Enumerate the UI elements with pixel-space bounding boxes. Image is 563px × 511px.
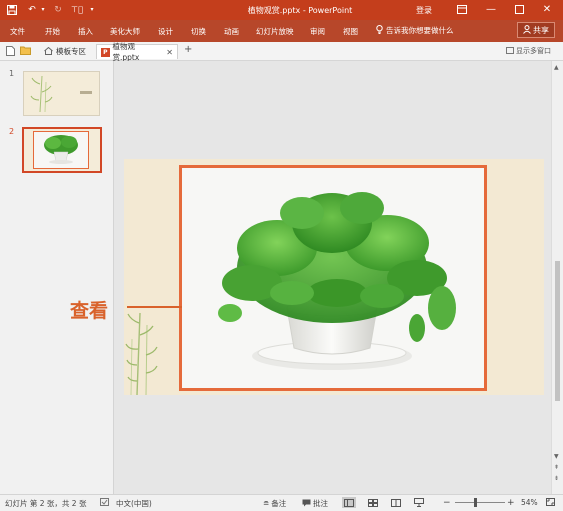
customize-icon[interactable]: ⊤ͤ: [70, 3, 84, 16]
home-icon: [44, 46, 53, 57]
vertical-scrollbar[interactable]: ▲ ▼ ⇞ ⇟: [551, 61, 563, 494]
current-slide[interactable]: [124, 159, 544, 395]
spelling-check-icon[interactable]: [100, 498, 109, 506]
slide-1-number: 1: [9, 69, 15, 78]
maximize-icon[interactable]: [508, 2, 530, 16]
slide-thumbnail-2[interactable]: [22, 127, 102, 173]
slide-sorter-view-button[interactable]: [366, 497, 380, 508]
previous-slide-icon[interactable]: ⇞: [554, 464, 559, 471]
bamboo-decoration-graphic: [125, 312, 158, 395]
show-multiple-windows-label: 显示多窗口: [516, 47, 551, 55]
tab-file[interactable]: 文件: [10, 26, 25, 37]
folder-icon[interactable]: [20, 46, 31, 55]
tab-insert[interactable]: 插入: [78, 26, 93, 37]
ribbon-tabs: 文件 开始 插入 美化大师 设计 切换 动画 幻灯片放映 审阅 视图 告诉我你想…: [0, 20, 563, 42]
title-bar: ↶ ▾ ↻ ⊤ͤ ▾ 植物观赏.pptx - PowerPoint 登录 — ✕: [0, 0, 563, 20]
close-tab-icon[interactable]: ✕: [166, 48, 173, 57]
slide-2-number: 2: [9, 127, 15, 136]
zoom-out-button[interactable]: −: [443, 498, 451, 508]
tab-template-zone[interactable]: 模板专区: [40, 44, 90, 59]
slide-thumbnail-panel[interactable]: 1 2: [0, 61, 114, 494]
annotation-label: 查看: [70, 300, 109, 322]
bamboo-thumb-graphic: [30, 75, 92, 113]
reading-view-button[interactable]: [389, 497, 403, 508]
comment-icon: [302, 499, 311, 509]
person-icon: [523, 24, 531, 36]
tab-plant-viewing[interactable]: P 植物观赏.pptx ✕: [96, 42, 178, 62]
save-icon[interactable]: [6, 3, 18, 16]
slide-editing-area[interactable]: [114, 61, 551, 494]
tab-view[interactable]: 视图: [343, 26, 358, 37]
lightbulb-icon: [376, 25, 383, 36]
next-slide-icon[interactable]: ⇟: [554, 475, 559, 482]
notes-label: 备注: [271, 499, 287, 508]
tab-template-zone-label: 模板专区: [56, 47, 86, 56]
tab-animations[interactable]: 动画: [224, 26, 239, 37]
document-tab-bar: 模板专区 P 植物观赏.pptx ✕ + 显示多窗口: [0, 42, 563, 62]
share-button[interactable]: 共享: [517, 22, 555, 38]
show-multiple-windows-button[interactable]: 显示多窗口: [506, 46, 551, 56]
login-link[interactable]: 登录: [416, 5, 432, 16]
normal-view-button[interactable]: [342, 497, 356, 508]
slide-thumbnail-1[interactable]: [23, 71, 100, 116]
scroll-up-icon[interactable]: ▲: [554, 64, 559, 71]
zoom-in-button[interactable]: +: [507, 498, 515, 508]
comments-label: 批注: [313, 499, 328, 508]
tab-beautify[interactable]: 美化大师: [110, 26, 140, 37]
share-label: 共享: [533, 25, 549, 35]
ribbon-display-options-icon[interactable]: [451, 2, 473, 16]
scrollbar-thumb[interactable]: [555, 261, 560, 401]
language-status[interactable]: 中文(中国): [116, 498, 152, 509]
close-icon[interactable]: ✕: [536, 2, 558, 16]
tab-slideshow[interactable]: 幻灯片放映: [256, 26, 294, 37]
scroll-down-icon[interactable]: ▼: [554, 453, 559, 460]
fit-to-window-icon[interactable]: [546, 498, 555, 506]
zoom-slider-track[interactable]: [455, 502, 505, 503]
tell-me-text: 告诉我你想要做什么: [386, 26, 454, 35]
window-title: 植物观赏.pptx - PowerPoint: [247, 6, 353, 15]
plant-thumb-graphic: [44, 135, 78, 164]
slide-count-status: 幻灯片 第 2 张，共 2 张: [5, 499, 87, 508]
quick-access-dropdown-icon[interactable]: ▾: [88, 3, 96, 16]
notes-button[interactable]: ≘ 备注: [263, 498, 286, 509]
status-bar: 幻灯片 第 2 张，共 2 张 中文(中国) ≘ 备注 批注 − + 54%: [0, 494, 563, 511]
tab-plant-viewing-label: 植物观赏.pptx: [112, 42, 140, 62]
annotation-leader-line: [127, 306, 182, 308]
notes-icon: ≘: [263, 499, 270, 508]
windows-icon: [506, 46, 514, 56]
plant-photo-selected[interactable]: [179, 165, 487, 391]
tab-transitions[interactable]: 切换: [191, 26, 206, 37]
new-tab-button[interactable]: +: [184, 44, 192, 55]
tab-design[interactable]: 设计: [158, 26, 173, 37]
tab-home[interactable]: 开始: [45, 26, 60, 37]
undo-icon[interactable]: ↶: [26, 3, 38, 16]
tell-me-box[interactable]: 告诉我你想要做什么: [376, 25, 454, 36]
tab-review[interactable]: 审阅: [310, 26, 325, 37]
undo-dropdown-icon[interactable]: ▾: [39, 3, 47, 16]
redo-icon[interactable]: ↻: [52, 3, 64, 16]
zoom-slider-handle[interactable]: [474, 498, 477, 507]
thumb-photo-frame: [33, 131, 89, 169]
zoom-level[interactable]: 54%: [521, 498, 538, 507]
potted-plant-image: [218, 192, 456, 370]
comments-button[interactable]: 批注: [302, 498, 328, 509]
new-document-icon[interactable]: [6, 46, 16, 56]
slideshow-view-button[interactable]: [412, 497, 426, 508]
minimize-icon[interactable]: —: [480, 2, 502, 16]
powerpoint-file-icon: P: [101, 47, 110, 57]
